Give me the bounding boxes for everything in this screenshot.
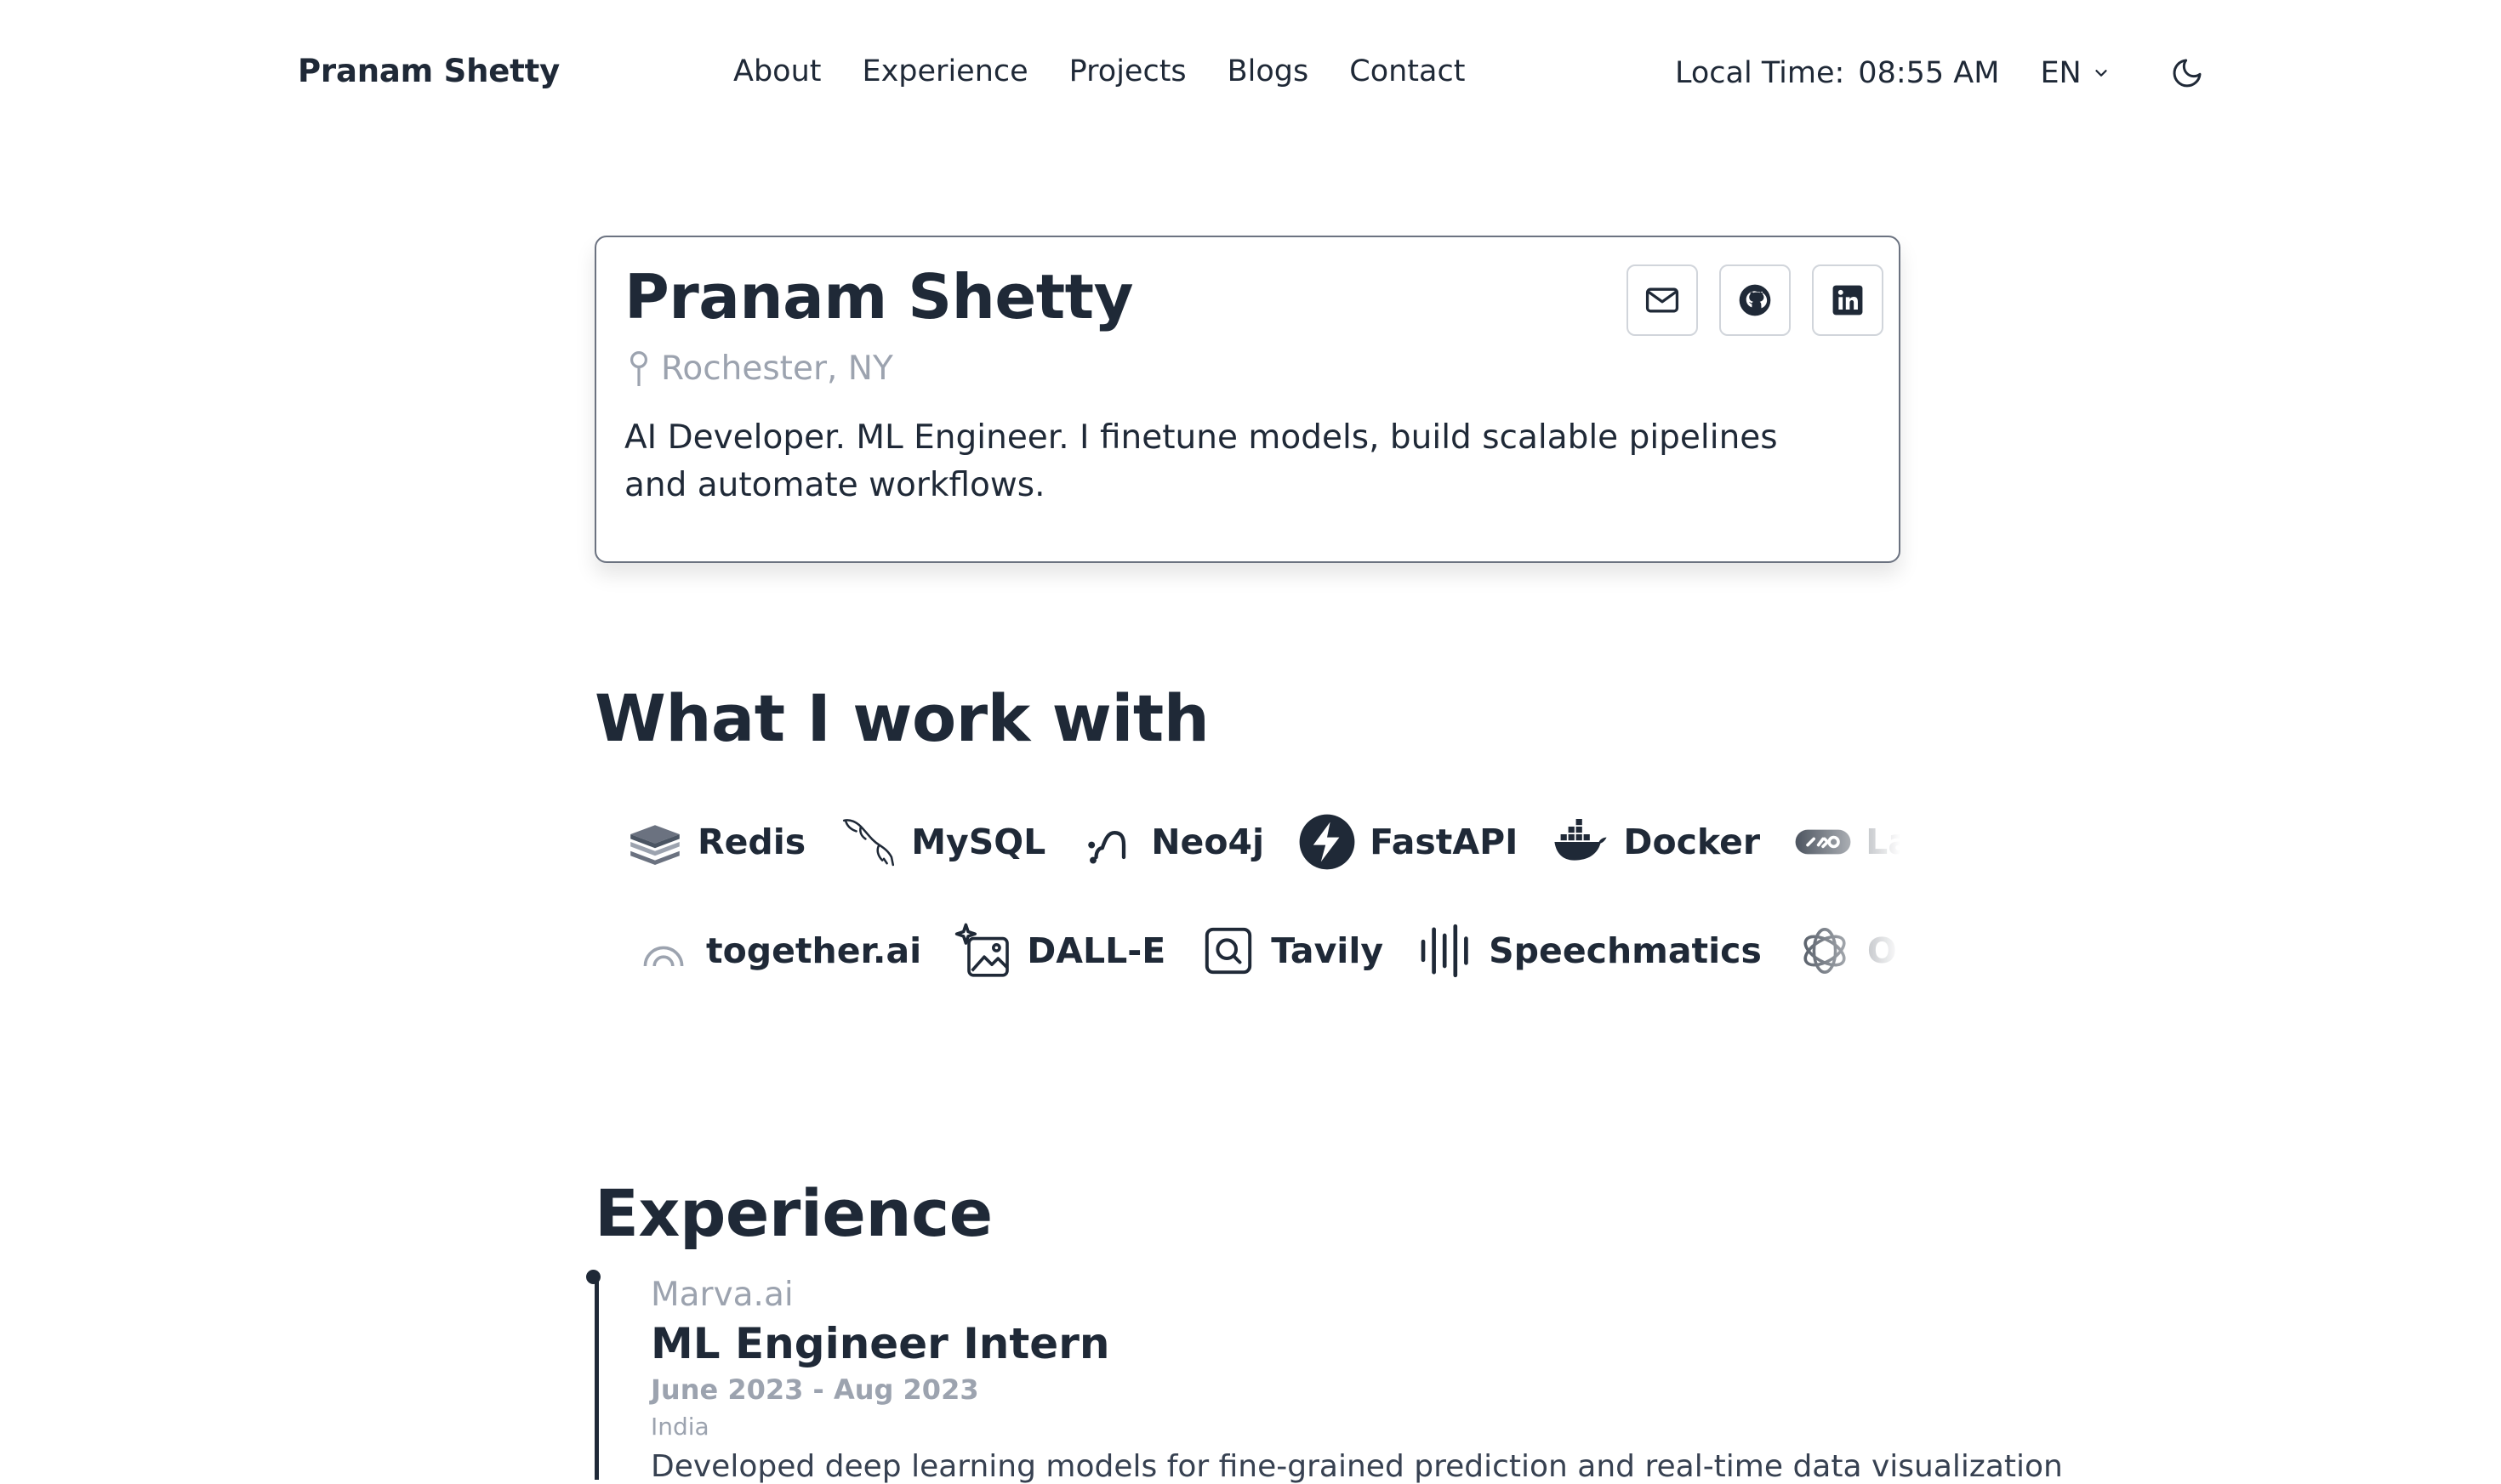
- chevron-down-icon: [2095, 70, 2107, 77]
- experience-dates: June 2023 - Aug 2023: [651, 1373, 979, 1406]
- tech-label: Redis: [698, 822, 806, 862]
- timeline-line: [595, 1276, 599, 1480]
- header-right: Local Time: 08:55 AM EN: [1675, 54, 2206, 92]
- language-code: EN: [2040, 56, 2082, 90]
- tech-label: together.ai: [706, 930, 922, 971]
- tech-item-langchain: LangChain: [1792, 811, 1900, 873]
- mail-icon: [1645, 287, 1679, 313]
- brand-name[interactable]: Pranam Shetty: [298, 53, 560, 89]
- tech-label: FastAPI: [1370, 822, 1518, 862]
- nav-contact[interactable]: Contact: [1349, 54, 1465, 88]
- together-ai-icon: [643, 946, 684, 967]
- profile-card: Pranam Shetty Rochester, NY AI Developer…: [595, 236, 1900, 563]
- timeline-dot: [586, 1270, 601, 1284]
- tech-label: MySQL: [911, 822, 1046, 862]
- experience-role: ML Engineer Intern: [651, 1319, 1110, 1368]
- image-sparkle-icon: [954, 923, 1009, 977]
- openai-icon: [1803, 928, 1846, 974]
- profile-bio: AI Developer. ML Engineer. I finetune mo…: [624, 418, 1778, 504]
- tech-item-dall-e: DALL-E: [954, 920, 1165, 981]
- tech-label: LangChain: [1866, 822, 1900, 862]
- sound-bars-icon: [1421, 924, 1468, 978]
- tech-label: OpenAI: [1866, 930, 1900, 971]
- redis-icon: [630, 825, 680, 865]
- profile-location: Rochester, NY: [629, 350, 893, 388]
- tech-item-docker: Docker: [1550, 811, 1760, 873]
- tech-item-redis: Redis: [624, 811, 806, 873]
- linkedin-icon: [1832, 285, 1863, 316]
- github-icon: [1739, 284, 1771, 316]
- mysql-dolphin-icon: [843, 819, 895, 867]
- langchain-icon: [1795, 829, 1851, 855]
- tech-label: Neo4j: [1151, 822, 1265, 862]
- experience-location: India: [651, 1413, 709, 1441]
- nav-projects[interactable]: Projects: [1069, 54, 1187, 88]
- tech-marquee-row-2: together.ai DALL-E Tavily Speechmatics O…: [595, 908, 1900, 993]
- experience-company: Marva.ai: [651, 1276, 794, 1314]
- neo4j-icon: [1088, 831, 1126, 864]
- tech-item-together-ai: together.ai: [633, 920, 921, 981]
- nav-experience[interactable]: Experience: [862, 54, 1028, 88]
- main-nav: About Experience Projects Blogs Contact: [733, 54, 1465, 88]
- tech-label: Tavily: [1271, 930, 1384, 971]
- tech-item-mysql: MySQL: [838, 811, 1045, 873]
- docker-whale-icon: [1554, 819, 1608, 861]
- tech-label: Speechmatics: [1489, 930, 1762, 971]
- tech-item-fastapi: FastAPI: [1296, 811, 1518, 873]
- experience-item: Marva.ai ML Engineer Intern June 2023 - …: [651, 1276, 2063, 1484]
- skills-title: What I work with: [595, 680, 1210, 756]
- tech-item-neo4j: Neo4j: [1078, 811, 1264, 873]
- local-time-value: 08:55 AM: [1858, 56, 2000, 90]
- tech-marquee-row-1: Redis MySQL Neo4j FastAPI Docker LangCha…: [595, 799, 1900, 884]
- tech-item-speechmatics: Speechmatics: [1416, 920, 1762, 981]
- tech-label: DALL-E: [1027, 930, 1166, 971]
- tech-item-openai: OpenAI: [1794, 920, 1900, 981]
- experience-title: Experience: [595, 1175, 993, 1251]
- search-square-icon: [1205, 927, 1252, 975]
- local-time-label: Local Time:: [1675, 56, 1845, 90]
- email-button[interactable]: [1627, 264, 1698, 336]
- tech-label: Docker: [1623, 822, 1761, 862]
- fastapi-icon: [1299, 814, 1355, 870]
- profile-name: Pranam Shetty: [624, 261, 1134, 333]
- map-pin-icon: [630, 350, 647, 386]
- moon-icon: [2173, 59, 2202, 88]
- language-selector[interactable]: EN: [2040, 56, 2110, 90]
- tech-item-tavily: Tavily: [1198, 920, 1383, 981]
- linkedin-button[interactable]: [1812, 264, 1883, 336]
- github-button[interactable]: [1719, 264, 1791, 336]
- location-text: Rochester, NY: [661, 350, 893, 388]
- nav-blogs[interactable]: Blogs: [1228, 54, 1309, 88]
- theme-toggle-button[interactable]: [2168, 54, 2206, 92]
- experience-description: Developed deep learning models for fine-…: [651, 1449, 2063, 1484]
- nav-about[interactable]: About: [733, 54, 821, 88]
